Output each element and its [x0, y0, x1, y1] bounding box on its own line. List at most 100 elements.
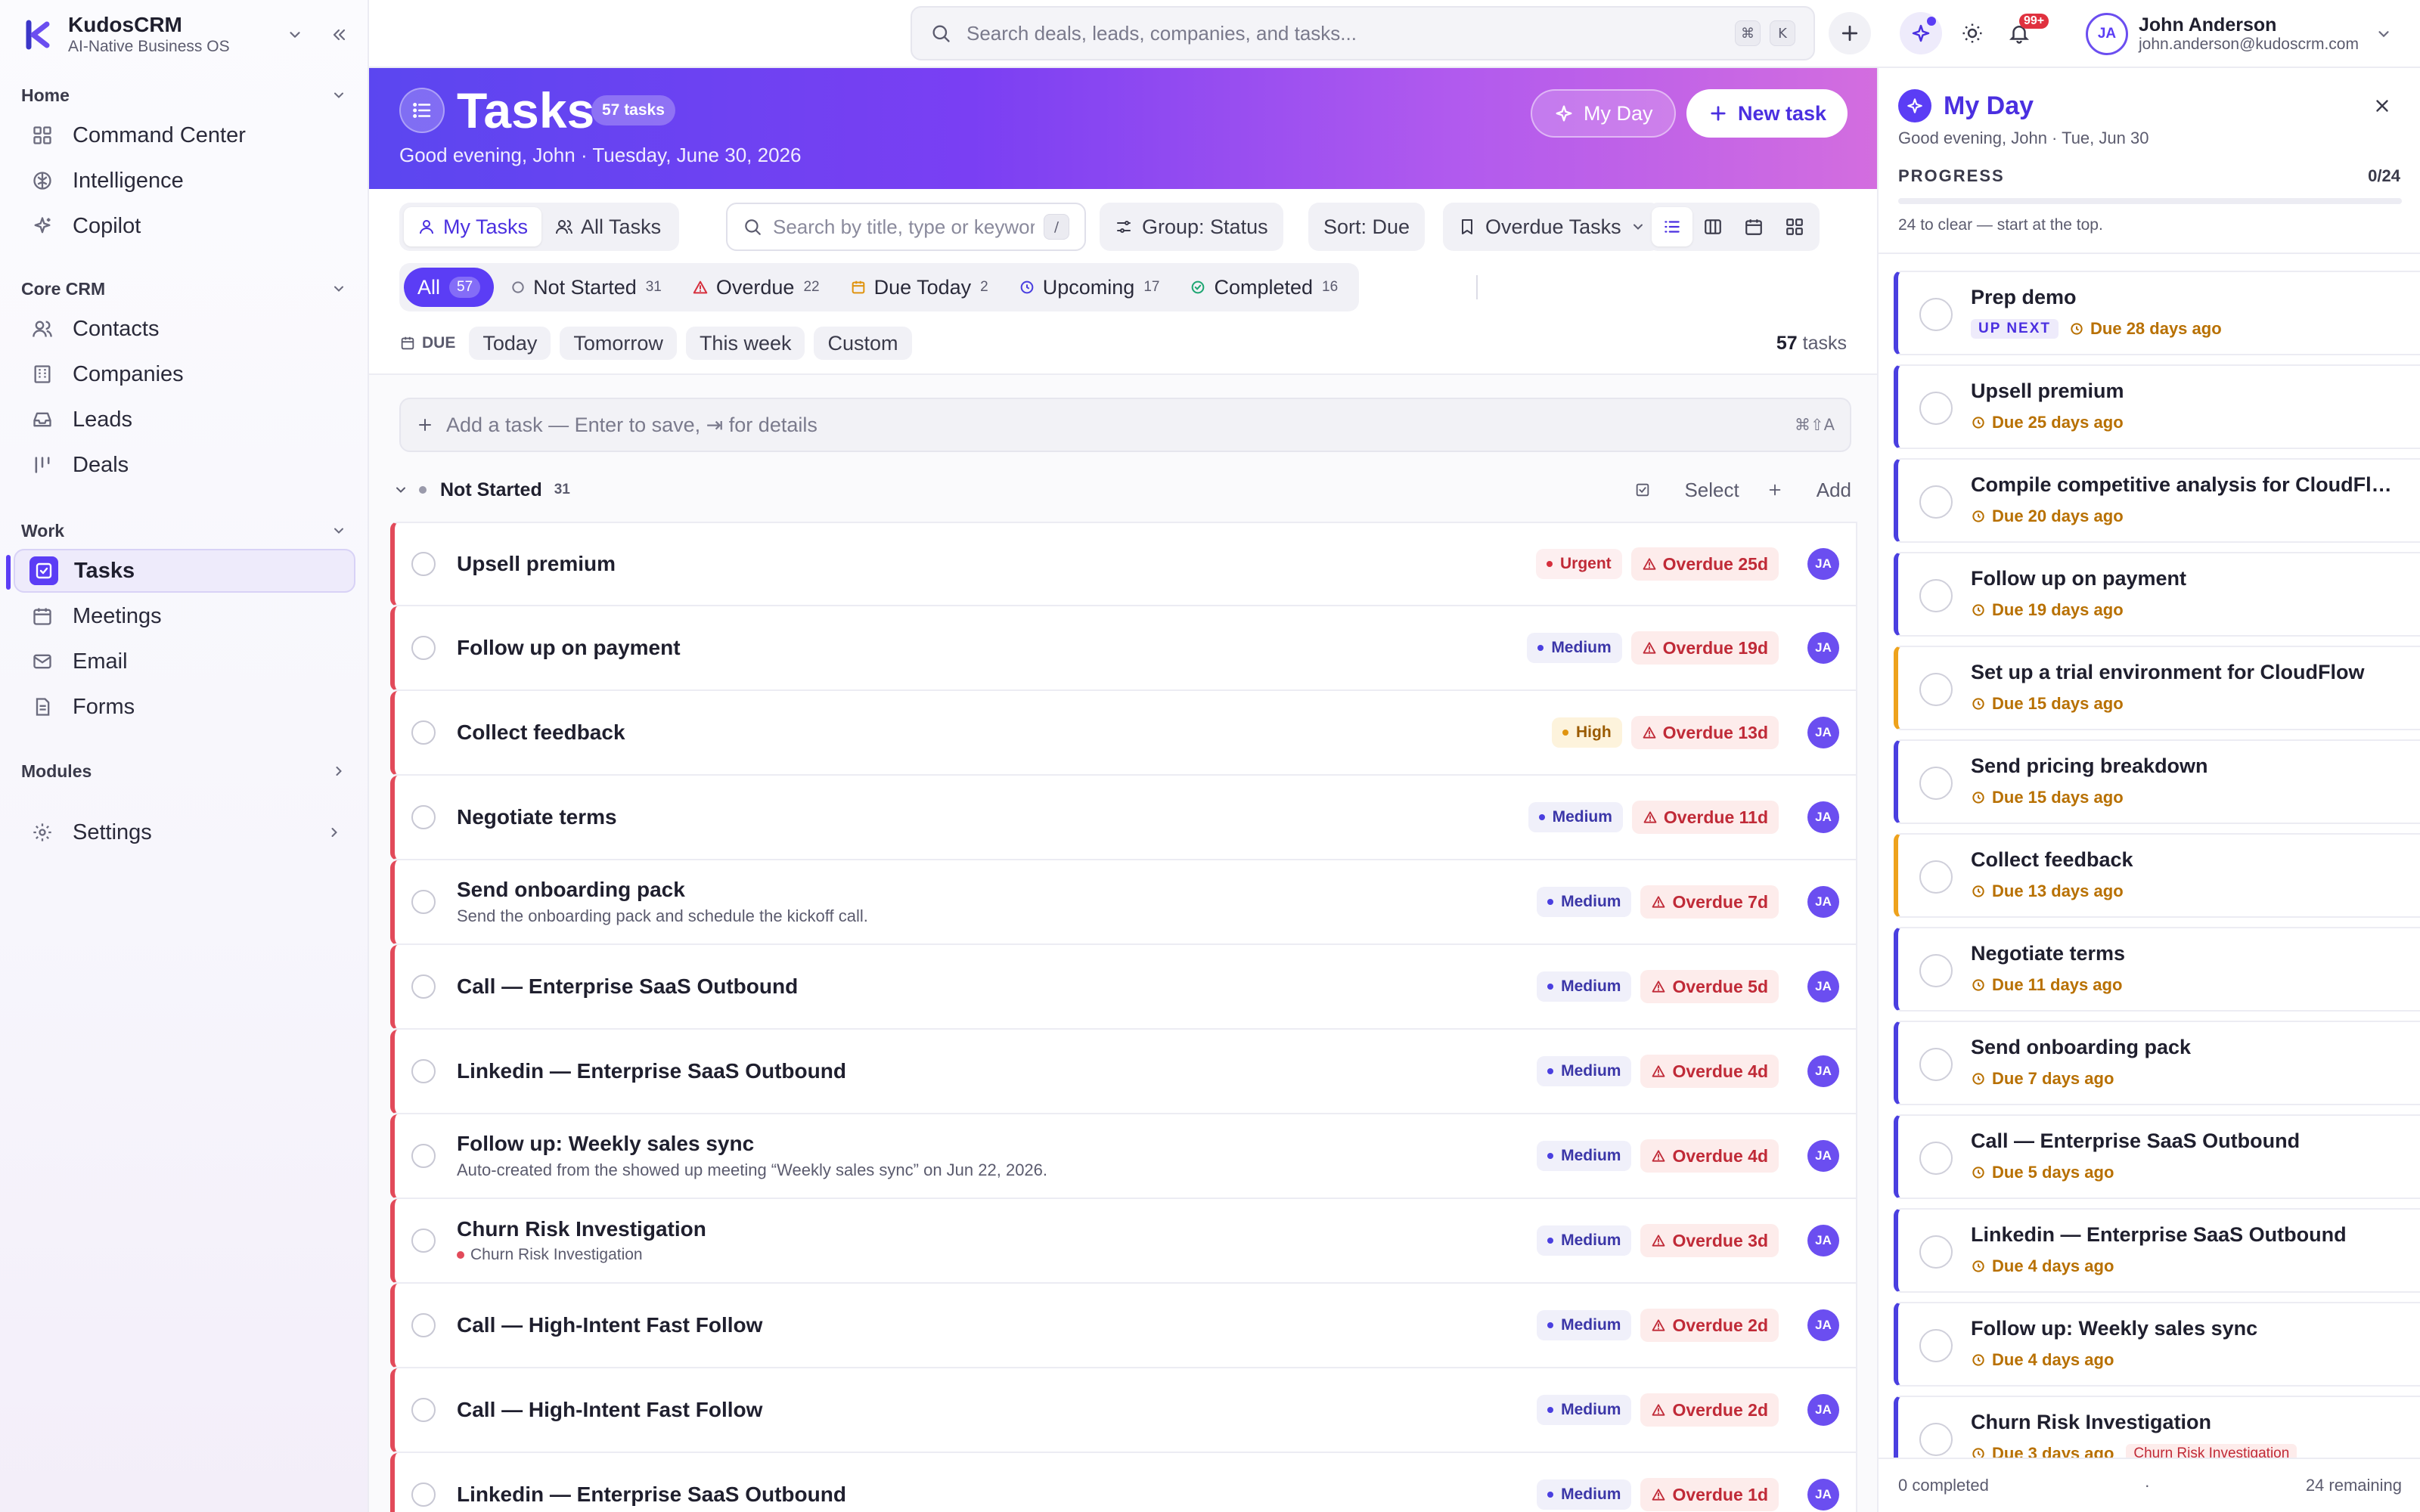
my-day-checkbox[interactable]	[1919, 485, 1953, 519]
sidebar-item-companies[interactable]: Companies	[14, 352, 355, 396]
task-linked-tag[interactable]: Churn Risk Investigation	[457, 1246, 1537, 1264]
theme-toggle-button[interactable]	[1951, 12, 1993, 54]
task-row[interactable]: Collect feedback High Overdue 13d JA	[390, 691, 1857, 776]
sidebar-item-settings[interactable]: Settings	[14, 810, 355, 854]
task-complete-checkbox[interactable]	[411, 1313, 436, 1337]
my-day-checkbox[interactable]	[1919, 392, 1953, 425]
sidebar-item-forms[interactable]: Forms	[14, 685, 355, 729]
task-complete-checkbox[interactable]	[411, 1228, 436, 1253]
saved-view-dropdown[interactable]: Overdue Tasks	[1443, 203, 1661, 251]
status-tab-completed[interactable]: Completed 16	[1176, 268, 1351, 307]
task-complete-checkbox[interactable]	[411, 974, 436, 999]
assignee-avatar[interactable]: JA	[1807, 801, 1839, 833]
chevron-down-icon[interactable]	[393, 482, 408, 497]
my-day-checkbox[interactable]	[1919, 579, 1953, 612]
task-row[interactable]: Linkedin — Enterprise SaaS Outbound Medi…	[390, 1030, 1857, 1114]
task-complete-checkbox[interactable]	[411, 805, 436, 829]
add-to-group-button[interactable]: Add	[1767, 479, 1851, 502]
my-day-card[interactable]: Follow up on payment Due 19 days ago	[1894, 552, 2420, 637]
sidebar-item-copilot[interactable]: Copilot	[14, 204, 355, 248]
group-by-dropdown[interactable]: Group: Status	[1100, 203, 1283, 251]
assignee-avatar[interactable]: JA	[1807, 1479, 1839, 1510]
my-day-card[interactable]: Send onboarding pack Due 7 days ago	[1894, 1021, 2420, 1105]
workspace-switcher-chevron-icon[interactable]	[280, 20, 310, 50]
assignee-avatar[interactable]: JA	[1807, 1394, 1839, 1426]
task-row[interactable]: Follow up: Weekly sales sync Auto-create…	[390, 1114, 1857, 1199]
my-day-card[interactable]: Set up a trial environment for CloudFlow…	[1894, 646, 2420, 730]
status-tab-upcoming[interactable]: Upcoming 17	[1005, 268, 1174, 307]
ai-copilot-button[interactable]	[1900, 12, 1942, 54]
sidebar-item-email[interactable]: Email	[14, 640, 355, 683]
list-menu-button[interactable]	[399, 88, 445, 133]
task-complete-checkbox[interactable]	[411, 1398, 436, 1422]
collapse-sidebar-icon[interactable]	[324, 20, 354, 50]
assignee-avatar[interactable]: JA	[1807, 548, 1839, 580]
sort-dropdown[interactable]: Sort: Due	[1308, 203, 1426, 251]
status-tab-due-today[interactable]: Due Today 2	[836, 268, 1002, 307]
task-complete-checkbox[interactable]	[411, 1483, 436, 1507]
brand[interactable]: KudosCRM AI-Native Business OS	[21, 11, 354, 59]
my-day-card[interactable]: Negotiate terms Due 11 days ago	[1894, 927, 2420, 1012]
assignee-avatar[interactable]: JA	[1807, 1140, 1839, 1172]
task-search-input[interactable]: Search by title, type or keyword /	[726, 203, 1086, 251]
my-day-checkbox[interactable]	[1919, 767, 1953, 800]
sidebar-item-tasks[interactable]: Tasks	[6, 549, 355, 593]
my-day-card[interactable]: Follow up: Weekly sales sync Due 4 days …	[1894, 1302, 2420, 1387]
task-complete-checkbox[interactable]	[411, 1059, 436, 1083]
user-menu[interactable]: JA John Anderson john.anderson@kudoscrm.…	[2086, 9, 2392, 59]
my-day-card[interactable]: Collect feedback Due 13 days ago	[1894, 833, 2420, 918]
task-complete-checkbox[interactable]	[411, 890, 436, 914]
task-row[interactable]: Call — Enterprise SaaS Outbound Medium O…	[390, 945, 1857, 1030]
my-day-checkbox[interactable]	[1919, 1329, 1953, 1362]
my-day-checkbox[interactable]	[1919, 1048, 1953, 1081]
tab-my-tasks[interactable]: My Tasks	[404, 207, 542, 246]
nav-section-header[interactable]: Modules	[0, 754, 369, 788]
task-row[interactable]: Upsell premium Urgent Overdue 25d JA	[390, 522, 1857, 606]
sidebar-item-meetings[interactable]: Meetings	[14, 594, 355, 638]
select-button[interactable]: Select	[1634, 479, 1739, 502]
my-day-checkbox[interactable]	[1919, 860, 1953, 894]
my-day-card[interactable]: Compile competitive analysis for CloudFl…	[1894, 458, 2420, 543]
task-row[interactable]: Call — High-Intent Fast Follow Medium Ov…	[390, 1284, 1857, 1368]
due-chip-tomorrow[interactable]: Tomorrow	[560, 327, 677, 360]
assignee-avatar[interactable]: JA	[1807, 886, 1839, 918]
nav-section-header[interactable]: Home	[0, 79, 369, 112]
my-day-card[interactable]: Upsell premium Due 25 days ago	[1894, 364, 2420, 449]
quick-add-task-input[interactable]: Add a task — Enter to save, ⇥ for detail…	[399, 398, 1851, 452]
view-grid-button[interactable]	[1774, 207, 1815, 246]
sidebar-item-intelligence[interactable]: Intelligence	[14, 159, 355, 203]
task-row[interactable]: Churn Risk Investigation Churn Risk Inve…	[390, 1199, 1857, 1284]
notifications-button[interactable]: 99+	[1998, 12, 2049, 54]
assignee-avatar[interactable]: JA	[1807, 632, 1839, 664]
task-row[interactable]: Send onboarding pack Send the onboarding…	[390, 860, 1857, 945]
my-day-checkbox[interactable]	[1919, 298, 1953, 331]
task-row[interactable]: Negotiate terms Medium Overdue 11d JA	[390, 776, 1857, 860]
new-task-button[interactable]: New task	[1686, 89, 1848, 138]
status-tab-not-started[interactable]: Not Started 31	[497, 268, 675, 307]
my-day-checkbox[interactable]	[1919, 673, 1953, 706]
task-complete-checkbox[interactable]	[411, 636, 436, 660]
my-day-card[interactable]: Send pricing breakdown Due 15 days ago	[1894, 739, 2420, 824]
tab-all-tasks[interactable]: All Tasks	[541, 207, 675, 246]
assignee-avatar[interactable]: JA	[1807, 1225, 1839, 1256]
quick-create-button[interactable]	[1829, 12, 1871, 54]
close-icon[interactable]	[2367, 91, 2397, 121]
due-chip-this-week[interactable]: This week	[685, 327, 805, 360]
my-day-button[interactable]: My Day	[1531, 89, 1676, 138]
sidebar-item-command-center[interactable]: Command Center	[14, 113, 355, 157]
my-day-checkbox[interactable]	[1919, 954, 1953, 987]
due-chip-today[interactable]: Today	[469, 327, 551, 360]
task-complete-checkbox[interactable]	[411, 1144, 436, 1168]
global-search[interactable]: Search deals, leads, companies, and task…	[911, 6, 1815, 60]
assignee-avatar[interactable]: JA	[1807, 717, 1839, 748]
sidebar-item-deals[interactable]: Deals	[14, 443, 355, 487]
task-row[interactable]: Follow up on payment Medium Overdue 19d …	[390, 606, 1857, 691]
view-calendar-button[interactable]	[1733, 207, 1774, 246]
assignee-avatar[interactable]: JA	[1807, 1055, 1839, 1087]
status-tab-overdue[interactable]: Overdue 22	[678, 268, 833, 307]
view-list-button[interactable]	[1652, 207, 1692, 246]
status-tab-all[interactable]: All 57	[404, 268, 495, 307]
view-board-button[interactable]	[1692, 207, 1733, 246]
my-day-card[interactable]: Prep demo UP NEXT Due 28 days ago	[1894, 271, 2420, 355]
task-complete-checkbox[interactable]	[411, 552, 436, 576]
